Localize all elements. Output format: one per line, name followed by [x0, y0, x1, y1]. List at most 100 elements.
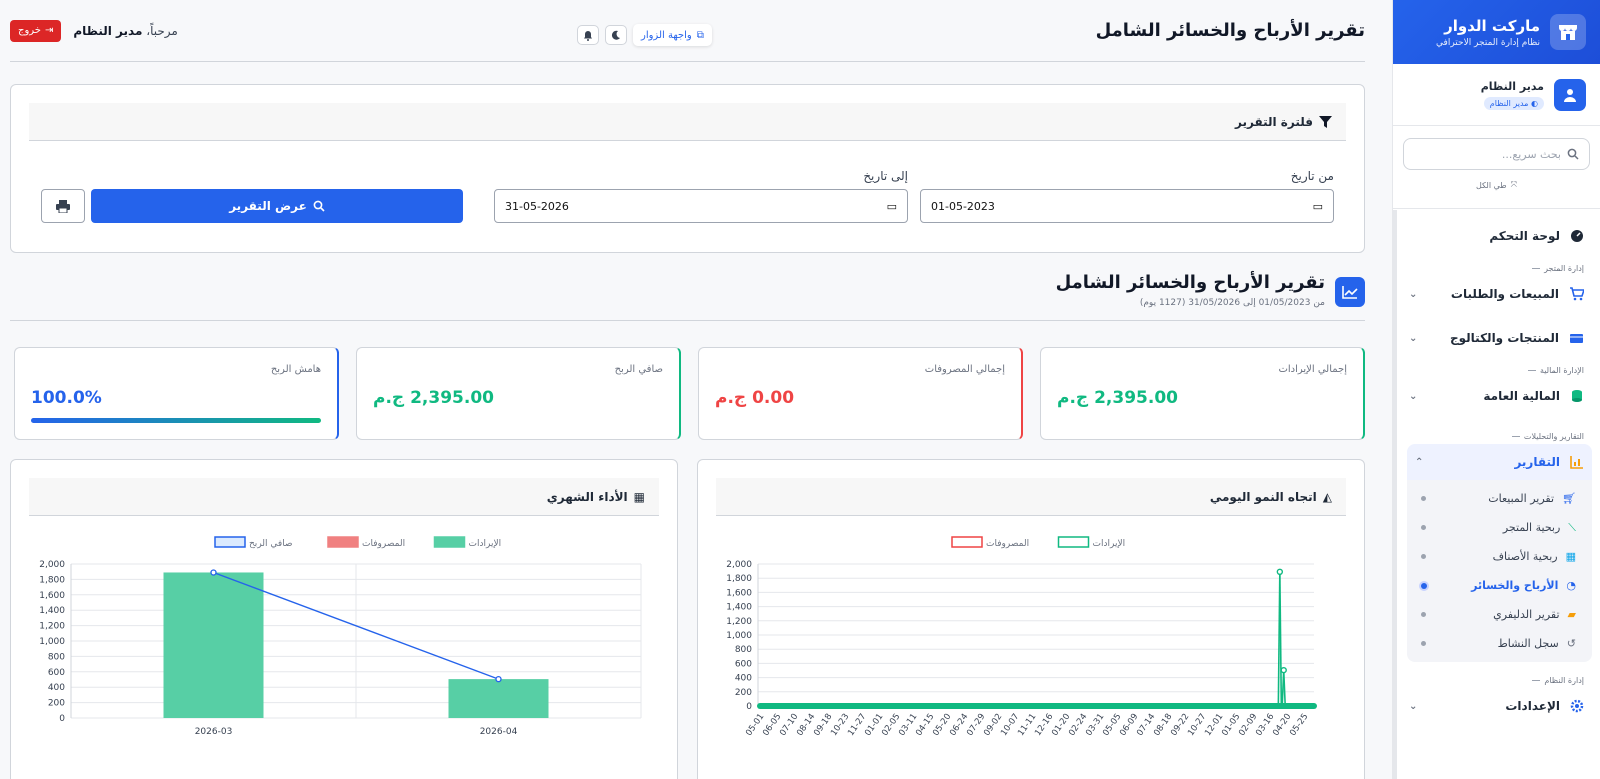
print-button[interactable]	[41, 189, 85, 223]
chevron-down-icon: ⌄	[1409, 288, 1418, 300]
stat-net-label: صافي الربح	[614, 364, 663, 375]
revenue-bar	[163, 572, 264, 718]
chevron-down-icon: ⌄	[1409, 390, 1418, 402]
nav-sales-orders[interactable]: المبيعات والطلبات ⌄	[1397, 276, 1600, 312]
compress-icon: ⤧	[1510, 180, 1518, 189]
nav-products-catalog[interactable]: المنتجات والكتالوج ⌄	[1397, 320, 1600, 356]
calendar-icon: ▦	[633, 489, 645, 504]
monthly-chart-header: ▦ الأداء الشهري	[29, 478, 659, 516]
daily-chart-header: ◭ اتجاه النمو اليومي	[716, 478, 1346, 516]
x-tick-label: 2026-03	[195, 727, 233, 737]
stat-net-profit: صافي الربح 2,395.00 ج.م	[356, 347, 681, 440]
user-name: مدير النظام	[1480, 79, 1544, 93]
external-link-icon: ⧉	[696, 29, 704, 41]
brand-subtitle: نظام إدارة المتجر الاحترافي	[1436, 37, 1540, 48]
report-title: تقرير الأرباح والخسائر الشامل	[1055, 272, 1325, 293]
legend-swatch	[951, 536, 983, 548]
sub-delivery-report[interactable]: ▰ تقرير الدليفري	[1407, 600, 1592, 629]
line-chart-icon: ⟋	[1568, 520, 1576, 534]
bell-icon	[584, 30, 592, 41]
nav-finance-label: المالية العامة	[1483, 389, 1560, 403]
sub-sales-report[interactable]: 🛒︎ تقرير المبيعات	[1407, 484, 1592, 513]
monthly-performance-chart: 2,000 1,800 1,600 1,400 1,200 1,000 800 600 400 2…	[39, 536, 642, 737]
y-tick-label: 0	[746, 702, 752, 712]
dark-mode-button[interactable]	[605, 25, 627, 45]
legend-label: الإيرادات	[1093, 539, 1126, 549]
collapse-all-button[interactable]: ⤧ طي الكل	[1403, 180, 1590, 190]
sidebar-search-input[interactable]	[1431, 147, 1561, 161]
show-report-label: عرض التقرير	[229, 199, 307, 213]
daily-growth-chart: 2,000 1,800 1,600 1,400 1,200 1,000 800 600 400 2…	[726, 536, 1317, 738]
y-tick-label: 400	[48, 683, 65, 693]
sub-store-profit[interactable]: ⟋ ربحية المتجر	[1407, 513, 1592, 542]
area-chart-icon: ◭	[1322, 489, 1332, 504]
daily-growth-card: ◭ اتجاه النمو اليومي 2,000 1,800 1,600 1,40…	[697, 459, 1365, 779]
reports-submenu: 🛒︎ تقرير المبيعات ⟋ ربحية المتجر ▦ ربحية…	[1407, 480, 1592, 662]
main-content: تقرير الأرباح والخسائر الشامل ⇥ خروج مرح…	[10, 0, 1365, 779]
legend-label: صافي الربح	[249, 539, 293, 549]
section-reports: التقارير والتحليلات	[1397, 428, 1600, 444]
margin-progress-fill	[31, 418, 321, 423]
user-role-badge: ◐ مدير النظام	[1483, 96, 1544, 110]
filter-card: فلترة التقرير من تاريخ 01-05-2023 ▭ إلى …	[10, 84, 1365, 253]
visitor-front-link[interactable]: ⧉ واجهة الزوار	[633, 24, 712, 46]
page-title: تقرير الأرباح والخسائر الشامل	[1095, 20, 1365, 41]
sub-store-profit-label: ربحية المتجر	[1502, 521, 1561, 534]
nav-reports-label: التقارير	[1514, 455, 1560, 469]
legend-label: المصروفات	[986, 539, 1029, 549]
section-store: إدارة المتجر	[1397, 260, 1600, 276]
visitor-link-label: واجهة الزوار	[641, 29, 692, 41]
y-tick-label: 1,800	[726, 574, 752, 584]
sub-sales-label: تقرير المبيعات	[1488, 492, 1555, 505]
y-tick-label: 2,000	[39, 560, 65, 570]
welcome-text: مرحباً، مدير النظام	[73, 24, 177, 38]
coins-icon	[1572, 390, 1582, 402]
y-tick-label: 2,000	[726, 560, 752, 570]
y-tick-label: 1,200	[726, 617, 752, 627]
stat-revenue-label: إجمالي الإيرادات	[1278, 364, 1347, 375]
daily-chart-title: اتجاه النمو اليومي	[1209, 489, 1317, 504]
nav-settings[interactable]: الإعدادات ⌄	[1397, 688, 1600, 724]
to-date-label: إلى تاريخ	[863, 169, 908, 183]
legend-swatch	[1057, 536, 1090, 548]
nav-reports[interactable]: التقارير ⌃	[1407, 444, 1592, 480]
filter-header: فلترة التقرير	[29, 103, 1346, 141]
from-date-input[interactable]: 01-05-2023 ▭	[920, 189, 1334, 223]
revenue-bar	[448, 679, 549, 718]
y-tick-label: 0	[59, 714, 65, 724]
sidebar-search	[1403, 138, 1590, 170]
user-panel: مدير النظام ◐ مدير النظام	[1393, 64, 1600, 126]
monthly-chart-title: الأداء الشهري	[546, 489, 628, 504]
report-heading: تقرير الأرباح والخسائر الشامل من 01/05/2…	[10, 270, 1365, 321]
to-date-input[interactable]: 31-05-2026 ▭	[494, 189, 908, 223]
stat-margin-label: هامش الربح	[270, 364, 321, 375]
stat-revenue: إجمالي الإيرادات 2,395.00 ج.م	[1040, 347, 1365, 440]
search-icon	[1567, 148, 1579, 160]
monthly-performance-card: ▦ الأداء الشهري 2,000 1,800 1,600 1,400 1,20…	[10, 459, 678, 779]
sub-activity-log[interactable]: ↺ سجل النشاط	[1407, 629, 1592, 658]
sub-item-profit[interactable]: ▦ ربحية الأصناف	[1407, 542, 1592, 571]
nav-general-finance[interactable]: المالية العامة ⌄	[1397, 378, 1600, 414]
moon-icon	[611, 30, 620, 40]
logout-label: خروج	[18, 25, 41, 36]
notifications-button[interactable]	[577, 25, 599, 45]
show-report-button[interactable]: عرض التقرير	[91, 189, 463, 223]
chart-line-icon	[1335, 277, 1365, 307]
stat-profit-margin: هامش الربح 100.0%	[14, 347, 339, 440]
sub-item-profit-label: ربحية الأصناف	[1492, 550, 1558, 563]
calendar-icon: ▭	[886, 199, 897, 213]
y-tick-label: 1,600	[726, 588, 752, 598]
logout-button[interactable]: ⇥ خروج	[10, 19, 62, 42]
user-avatar-icon	[1554, 78, 1586, 111]
y-tick-label: 200	[48, 699, 65, 709]
welcome-prefix: مرحباً،	[146, 23, 178, 38]
chevron-up-icon: ⌃	[1415, 456, 1424, 468]
sidebar: ماركت الدوار نظام إدارة المتجر الاحترافي…	[1392, 0, 1600, 779]
chart-icon	[1570, 456, 1583, 469]
x-tick-label: 2026-04	[480, 727, 518, 737]
user-role-text: مدير النظام	[1489, 98, 1529, 108]
chevron-down-icon: ⌄	[1409, 700, 1418, 712]
nav-dashboard[interactable]: لوحة التحكم	[1397, 218, 1600, 254]
sub-profit-loss[interactable]: ◔ الأرباح والخسائر	[1407, 571, 1592, 600]
cart-icon: 🛒︎	[1562, 492, 1576, 505]
